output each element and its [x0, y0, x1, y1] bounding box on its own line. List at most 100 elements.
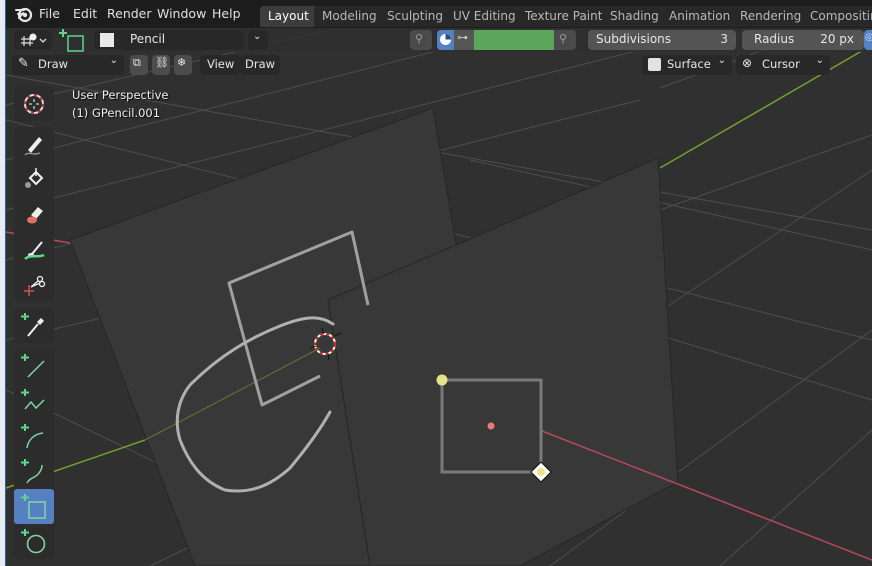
menu-file[interactable]: File	[39, 6, 60, 21]
placement-dropdown[interactable]: Surface ⌄	[642, 55, 732, 75]
autolock-button[interactable]: ⛓	[152, 55, 170, 75]
pin-icon: ⚲	[559, 32, 568, 45]
tool-curve[interactable]	[14, 454, 54, 489]
tab-uv-editing[interactable]: UV Editing	[445, 6, 524, 27]
menu-window[interactable]: Window	[157, 6, 206, 21]
tool-circle[interactable]	[14, 524, 54, 559]
tool-box[interactable]	[14, 489, 54, 524]
box-icon	[21, 493, 46, 519]
tool-group-eyedropper	[14, 308, 54, 343]
vertex-color-icon: ⊶	[457, 31, 468, 44]
tool-group-primitives	[14, 349, 54, 559]
multiframe-icon: ⧉	[133, 56, 141, 69]
tool-group-paint	[14, 127, 54, 302]
tab-layout[interactable]: Layout	[260, 6, 317, 27]
add-box-tool-icon[interactable]	[58, 28, 88, 52]
pencil-icon	[24, 136, 42, 156]
origin-label: Cursor	[762, 57, 800, 71]
tool-cutter[interactable]	[14, 267, 54, 302]
origin-dropdown[interactable]: ⊗ Cursor ⌄	[736, 55, 830, 75]
tool-polyline[interactable]	[14, 384, 54, 419]
cursor-origin-icon: ⊗	[742, 56, 753, 70]
tool-fill[interactable]	[14, 162, 54, 197]
pencil-mode-icon: ✎	[18, 56, 29, 71]
polyline-icon	[21, 388, 45, 409]
active-object-label: (1) GPencil.001	[72, 106, 161, 120]
viewport-info: User Perspective (1) GPencil.001	[72, 86, 168, 122]
layer-icon: ⛓	[155, 56, 169, 69]
brush-dropdown-button[interactable]: ⌄	[248, 30, 268, 50]
arc-icon	[21, 423, 44, 448]
menu-help[interactable]: Help	[212, 6, 241, 21]
pin-color-button[interactable]: ⚲	[554, 30, 576, 50]
grease-pencil-editor-icon	[21, 33, 47, 46]
subdivisions-field[interactable]: Subdivisions 3	[588, 30, 736, 50]
radius-label: Radius	[754, 32, 795, 46]
editor-type-button[interactable]	[14, 30, 52, 50]
draw-menu[interactable]: Draw	[240, 55, 280, 75]
fill-bucket-icon	[25, 167, 44, 188]
pin-icon: ⚲	[415, 32, 424, 45]
pressure-toggle[interactable]: ◎	[864, 30, 872, 50]
pencil-brush-icon	[100, 33, 114, 47]
perspective-label: User Perspective	[72, 88, 169, 102]
color-mode-button[interactable]	[437, 30, 454, 50]
pressure-icon: ◎	[865, 32, 872, 43]
tool-group-cursor	[14, 86, 54, 121]
mode-selector[interactable]: ✎ Draw ⌄	[12, 55, 124, 75]
radius-value: 20 px	[820, 32, 854, 46]
tab-shading[interactable]: Shading	[602, 6, 667, 27]
chevron-down-icon: ⌄	[109, 55, 118, 66]
tab-animation[interactable]: Animation	[661, 6, 739, 27]
tool-draw[interactable]	[14, 127, 54, 162]
tool-tint[interactable]	[14, 232, 54, 267]
eyedropper-icon	[21, 312, 44, 337]
color-swatch[interactable]	[474, 30, 554, 50]
freeze-button[interactable]: ❄	[174, 55, 192, 75]
subdivisions-label: Subdivisions	[596, 32, 672, 46]
view-menu[interactable]: View	[200, 55, 240, 75]
tab-rendering[interactable]: Rendering	[732, 6, 810, 27]
line-icon	[21, 353, 45, 378]
blender-logo-icon[interactable]	[15, 5, 33, 23]
pin-button[interactable]: ⚲	[410, 30, 432, 50]
top-bar: File Edit Render Window Help Layout Mode…	[6, 0, 872, 28]
curve-icon	[21, 458, 43, 483]
material-color-icon	[440, 34, 451, 45]
tool-arc[interactable]	[14, 419, 54, 454]
menu-render[interactable]: Render	[107, 6, 152, 21]
tool-settings-row: ✎ Draw ⌄ ⧉ ⛓ ❄ View Draw Surface ⌄ ⊗ Cur…	[6, 52, 872, 78]
multiframe-button[interactable]: ⧉	[130, 55, 148, 75]
subdivisions-value: 3	[720, 32, 728, 46]
radius-field[interactable]: Radius 20 px	[742, 30, 864, 50]
scissors-icon	[24, 275, 46, 296]
toolbar	[14, 86, 54, 565]
brush-selector[interactable]: Pencil	[94, 30, 244, 50]
view-menu-label: View	[207, 57, 235, 71]
box-center-point	[487, 422, 495, 430]
circle-icon	[21, 528, 46, 553]
brush-name: Pencil	[130, 32, 166, 46]
chevron-down-icon: ⌄	[253, 31, 262, 42]
tab-sculpting[interactable]: Sculpting	[379, 6, 452, 27]
box-corner-handle	[436, 374, 448, 386]
tool-cursor[interactable]	[14, 86, 54, 121]
tab-texture-paint[interactable]: Texture Paint	[517, 6, 611, 27]
vertex-color-button[interactable]: ⊶	[454, 30, 474, 50]
cursor-icon	[24, 93, 44, 114]
tool-erase[interactable]	[14, 197, 54, 232]
snowflake-icon: ❄	[177, 56, 187, 69]
tab-modeling[interactable]: Modeling	[314, 6, 385, 27]
tab-compositing[interactable]: Compositing	[802, 6, 872, 27]
eraser-icon	[27, 206, 43, 223]
chevron-down-icon: ⌄	[717, 55, 726, 66]
surface-icon	[648, 58, 661, 71]
menu-edit[interactable]: Edit	[73, 6, 97, 21]
viewport-header: Pencil ⌄ ⚲ ⊶ ⚲ Subdivisions 3 Radius 20 …	[6, 28, 872, 52]
viewport-scene[interactable]	[0, 0, 872, 566]
tool-eyedropper[interactable]	[14, 308, 54, 343]
mode-label: Draw	[38, 57, 69, 71]
tint-brush-icon	[24, 240, 45, 260]
tool-line[interactable]	[14, 349, 54, 384]
draw-menu-label: Draw	[245, 57, 276, 71]
